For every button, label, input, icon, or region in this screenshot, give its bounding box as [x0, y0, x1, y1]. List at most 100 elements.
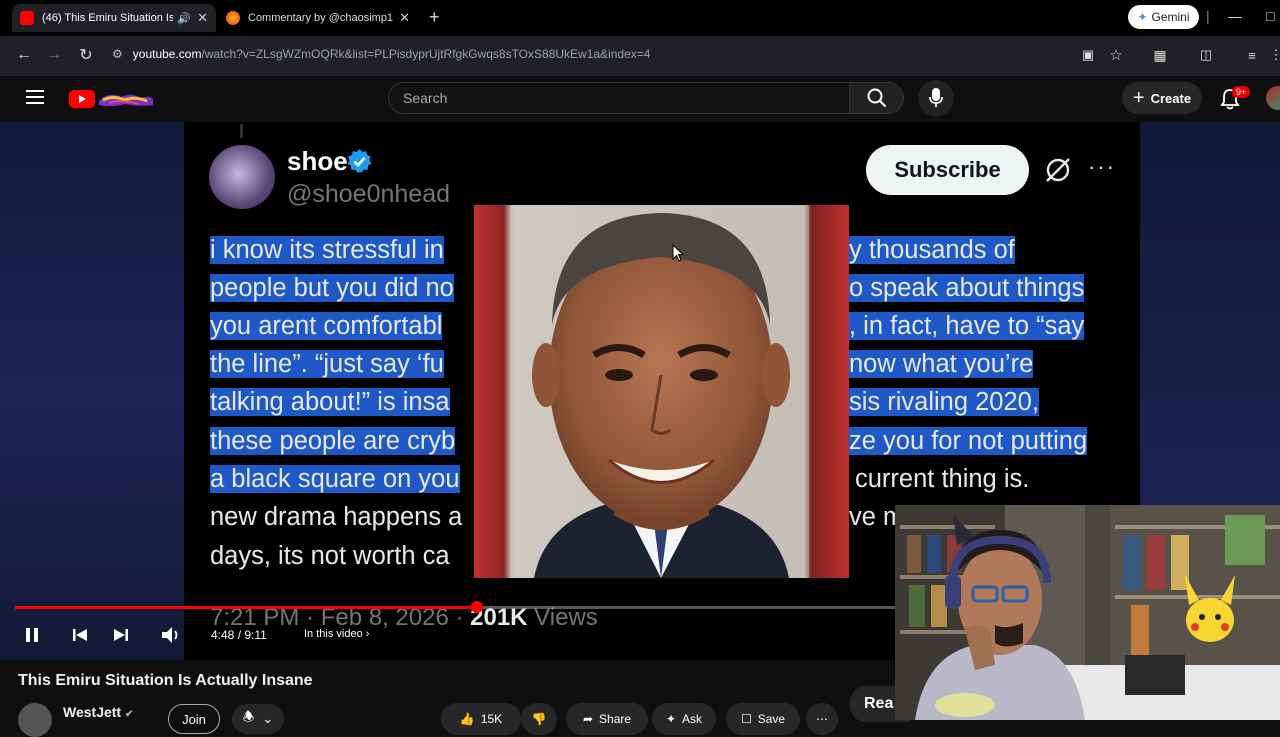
- volume-button[interactable]: [160, 624, 182, 646]
- previous-button[interactable]: [69, 624, 91, 646]
- tweet-line-8-left: new drama happens a: [210, 503, 463, 531]
- more-actions-button[interactable]: ⋯: [806, 703, 838, 735]
- pause-button[interactable]: [21, 624, 43, 646]
- tweet-line-2-right: o speak about things: [849, 274, 1085, 302]
- back-icon[interactable]: ←: [14, 45, 34, 65]
- youtube-favicon-icon: [20, 11, 34, 25]
- speaker-icon[interactable]: 🔊: [177, 12, 191, 25]
- mouse-cursor-icon: [672, 244, 684, 262]
- tweet-line-6-left: these people are cryb: [210, 427, 456, 455]
- tweet-line-3-left: you arent comfortabl: [210, 312, 443, 340]
- thumbs-down-icon: 👎: [531, 712, 547, 726]
- tweet-line-6-right: ze you for not putting: [849, 427, 1088, 455]
- ask-label: Ask: [682, 712, 703, 726]
- reload-icon[interactable]: ↻: [76, 45, 96, 65]
- tweet-line-7-left: a black square on you: [210, 465, 460, 493]
- maximize-icon[interactable]: □: [1266, 8, 1274, 24]
- microphone-icon: [929, 88, 943, 107]
- tweet-line-1-left: i know its stressful in: [210, 236, 444, 264]
- search-button[interactable]: [850, 82, 904, 114]
- forward-icon[interactable]: →: [44, 45, 64, 65]
- tweet-line-2-left: people but you did no: [210, 274, 454, 302]
- video-background-right: [1140, 122, 1280, 505]
- sparkle-icon: ✦: [665, 712, 677, 726]
- search-input[interactable]: Search: [388, 82, 850, 114]
- chat-favicon-icon: [226, 11, 240, 25]
- close-tab-icon[interactable]: ✕: [197, 10, 208, 26]
- more-options-icon[interactable]: ···: [1088, 154, 1116, 180]
- channel-name[interactable]: WestJett ✔: [63, 704, 133, 720]
- share-label: Share: [599, 712, 632, 726]
- create-button[interactable]: + Create: [1122, 82, 1202, 114]
- video-progress-bar[interactable]: [15, 606, 895, 609]
- volume-icon: [162, 627, 178, 643]
- cast-icon[interactable]: ▣: [1078, 45, 1098, 65]
- notification-count-badge: 9+: [1232, 86, 1251, 98]
- video-title: This Emiru Situation Is Actually Insane: [18, 672, 313, 689]
- gemini-sparkle-icon: ✦: [1137, 10, 1148, 24]
- create-label: Create: [1150, 90, 1192, 106]
- tweet-author-handle: @shoe0nhead: [287, 180, 451, 208]
- side-panel-icon[interactable]: ◫: [1196, 45, 1216, 65]
- url-path: /watch?v=ZLsgWZmOQRk&list=PLPisdyprUjtRf…: [201, 47, 651, 61]
- address-bar[interactable]: ⚙ youtube.com/watch?v=ZLsgWZmOQRk&list=P…: [108, 41, 1138, 67]
- tweet-author-name: shoe: [287, 146, 348, 176]
- chapters-label: In this video: [304, 628, 363, 640]
- dislike-button[interactable]: 👎: [521, 703, 557, 735]
- youtube-logo[interactable]: [69, 89, 155, 109]
- gemini-button[interactable]: ✦ Gemini: [1128, 5, 1199, 29]
- share-icon: ➦: [582, 712, 594, 726]
- next-button[interactable]: [110, 624, 132, 646]
- extensions-icon[interactable]: ▦: [1150, 45, 1170, 65]
- browser-menu-icon[interactable]: ⋮: [1266, 45, 1280, 65]
- search-icon: [867, 88, 886, 108]
- tab-title: Commentary by @chaosimp13: [248, 12, 394, 24]
- grok-icon[interactable]: [1044, 156, 1072, 184]
- tab-emiru-video[interactable]: (46) This Emiru Situation Is 🔊 ✕: [12, 4, 216, 32]
- tab-commentary[interactable]: Commentary by @chaosimp13 ✕: [218, 4, 418, 32]
- pause-icon: [26, 628, 38, 642]
- subscribe-button[interactable]: Subscribe: [866, 145, 1029, 195]
- channel-avatar[interactable]: [18, 703, 52, 737]
- site-settings-icon[interactable]: ⚙: [112, 47, 123, 61]
- ask-button[interactable]: ✦ Ask: [652, 703, 716, 735]
- next-icon: [114, 629, 128, 641]
- save-button[interactable]: ☐ Save: [726, 703, 800, 735]
- time-display: 4:48 / 9:11: [211, 628, 267, 642]
- tab-separator: |: [1206, 8, 1210, 24]
- tweet-line-4-left: the line”. “just say ‘fu: [210, 350, 444, 378]
- url-host: youtube.com: [132, 47, 202, 61]
- close-tab-icon[interactable]: ✕: [399, 10, 410, 26]
- verified-check-icon: ✔: [124, 709, 134, 720]
- reading-list-icon[interactable]: ≡: [1242, 45, 1262, 65]
- tweet-line-1-right: y thousands of: [849, 236, 1015, 264]
- progress-scrubber-handle[interactable]: [470, 601, 483, 613]
- like-count: 15K: [480, 712, 503, 726]
- tweet-line-3-right: , in fact, have to “say: [849, 312, 1085, 340]
- thread-line: [240, 124, 243, 138]
- save-icon: ☐: [740, 712, 752, 726]
- tweet-line-4-right: now what you’re: [849, 350, 1034, 378]
- like-button[interactable]: 👍 15K: [441, 703, 521, 735]
- tweet-line-9-left: days, its not worth ca: [210, 542, 450, 570]
- share-button[interactable]: ➦ Share: [566, 703, 648, 735]
- more-icon: ⋯: [816, 712, 828, 726]
- portrait-photo-overlay: [474, 205, 849, 578]
- voice-search-button[interactable]: [918, 80, 954, 116]
- join-button[interactable]: Join: [168, 704, 220, 734]
- gemini-label: Gemini: [1151, 10, 1190, 24]
- tweet-line-5-right: sis rivaling 2020,: [849, 388, 1039, 416]
- hamburger-menu-icon[interactable]: [26, 89, 44, 105]
- chapters-button[interactable]: In this video ›: [304, 628, 369, 640]
- video-progress-played: [15, 606, 477, 609]
- tab-title: (46) This Emiru Situation Is: [42, 12, 174, 24]
- new-tab-button[interactable]: +: [429, 7, 440, 28]
- minimize-icon[interactable]: —: [1228, 8, 1242, 24]
- bell-icon: 🕭: [242, 709, 255, 724]
- chevron-right-icon: ›: [365, 628, 370, 640]
- notification-bell-dropdown[interactable]: 🕭 ⌄: [232, 704, 284, 734]
- bookmark-star-icon[interactable]: ☆: [1106, 45, 1126, 65]
- thumbs-up-icon: 👍: [459, 712, 475, 726]
- previous-icon: [73, 629, 87, 641]
- video-background-left: [0, 122, 184, 660]
